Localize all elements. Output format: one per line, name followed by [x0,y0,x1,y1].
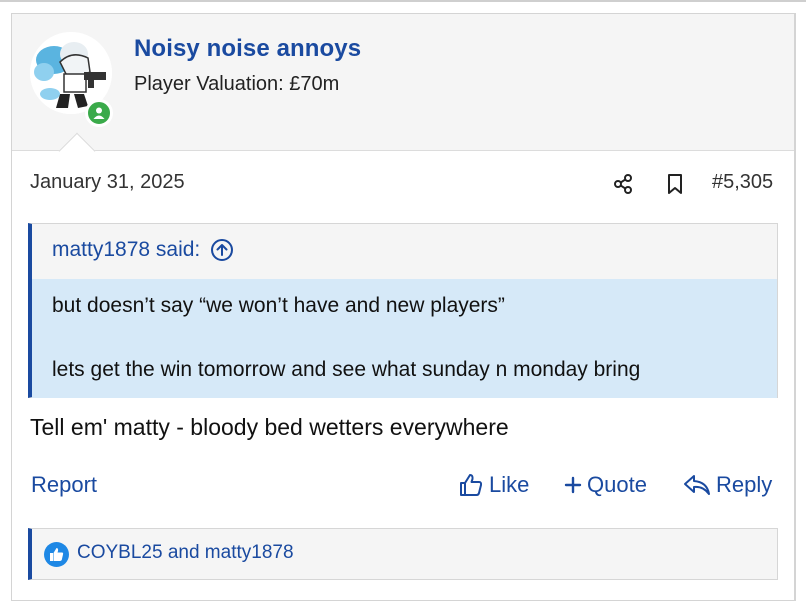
quote-line: but doesn’t say “we won’t have and new p… [52,294,505,317]
username-link[interactable]: Noisy noise annoys [134,35,361,63]
quote-button[interactable]: Quote [564,472,647,498]
post-date[interactable]: January 31, 2025 [30,171,185,194]
thumbs-up-icon [460,474,483,496]
arrow-up-circle-icon[interactable] [210,238,234,262]
post-number-link[interactable]: #5,305 [712,171,773,194]
post-meta-row: January 31, 2025 #5,305 [12,166,794,200]
plus-icon [564,476,582,494]
user-info-block: Noisy noise annoys Player Valuation: £70… [12,14,794,151]
online-status-icon [85,99,113,127]
like-label: Like [489,472,530,497]
reply-label: Reply [716,472,773,497]
quote-content: but doesn’t say “we won’t have and new p… [32,279,777,398]
quote-author[interactable]: matty1878 said: [52,238,200,262]
quote-line: lets get the win tomorrow and see what s… [52,358,641,381]
forum-post: Noisy noise annoys Player Valuation: £70… [11,13,796,601]
post-body: Tell em' matty - bloody bed wetters ever… [30,414,509,440]
share-icon[interactable] [612,173,634,195]
bookmark-icon[interactable] [664,173,686,195]
reply-button[interactable]: Reply [683,472,772,498]
reply-arrow-icon [684,475,710,495]
quote-label: Quote [587,472,647,497]
user-title: Player Valuation: £70m [134,73,340,95]
quote-block: matty1878 said: but doesn’t say “we won’… [28,223,778,398]
reactions-list[interactable]: COYBL25 and matty1878 [77,542,294,564]
like-button[interactable]: Like [458,472,529,498]
report-button[interactable]: Report [31,472,97,498]
quote-header[interactable]: matty1878 said: [52,238,234,262]
like-reaction-icon [44,542,69,567]
reactions-bar[interactable]: COYBL25 and matty1878 [28,528,778,580]
post-actions: Report Like Quote Reply [12,472,794,502]
top-divider [0,0,806,2]
